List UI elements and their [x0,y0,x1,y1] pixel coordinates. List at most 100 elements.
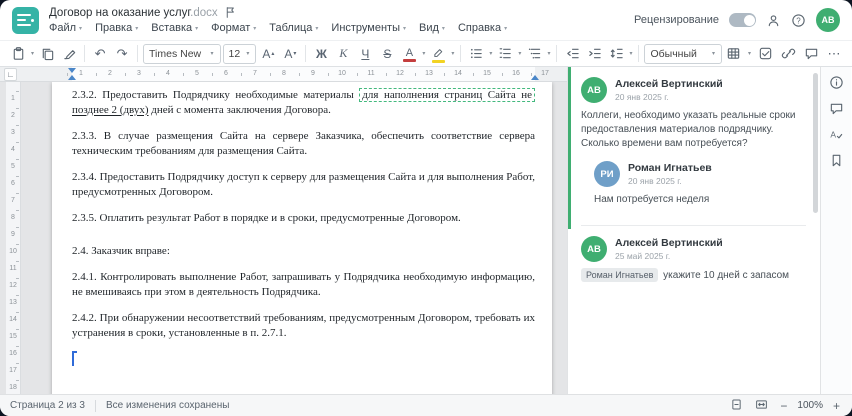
chevron-down-icon[interactable]: ▾ [489,50,492,57]
insert-link-button[interactable] [778,43,798,65]
bold-button[interactable]: Ж [311,43,331,65]
strikethrough-button[interactable]: S [377,43,397,65]
paragraph[interactable]: 2.3.4. Предоставить Подрядчику доступ к … [72,170,535,199]
document-column: ∟ 1 2 3 4 5 6 7 8 9 10 11 12 13 14 15 16 17 1 2 3 4 5 6 7 8 9 10 1… [0,67,567,394]
chevron-down-icon: ▾ [504,25,508,32]
redo-button[interactable]: ↷ [112,43,132,65]
more-button[interactable]: ⋯ [824,43,844,65]
info-icon[interactable] [829,75,844,90]
menu-item[interactable]: Вид ▾ [419,22,445,34]
paragraph[interactable]: 2.3.5. Оплатить результат Работ в порядк… [72,211,535,226]
chevron-down-icon: ▾ [441,25,445,32]
format-painter-button[interactable] [59,43,79,65]
copy-button[interactable] [37,43,57,65]
decrease-indent-button[interactable] [562,43,582,65]
increase-indent-button[interactable] [584,43,604,65]
comment-thread[interactable]: АВ Алексей Вертинский 20 янв 2025 г. Коллег… [581,75,806,223]
zoom-level[interactable]: 100% [797,400,823,411]
comment[interactable]: АВ Алексей Вертинский 25 май 2025 г. Роман … [581,236,806,283]
flag-icon[interactable] [224,6,237,19]
toolbar-divider [460,45,462,62]
review-toggle[interactable] [729,13,756,27]
help-icon[interactable]: ? [791,13,806,28]
chevron-down-icon[interactable]: ▾ [451,50,454,57]
document-title: Договор на оказание услуг.docx [49,6,218,19]
menu-item[interactable]: Формат ▾ [211,22,256,34]
chevron-down-icon[interactable]: ▾ [422,50,425,57]
ruler-number: 14 [9,316,17,323]
tab-stop-selector[interactable]: ∟ [4,68,17,81]
comment-reply[interactable]: РИ Роман Игнатьев 20 янв 2025 г. Нам потреб… [594,161,806,207]
chevron-down-icon[interactable]: ▾ [629,50,632,57]
user-avatar[interactable]: АВ [816,8,840,32]
chevron-down-icon[interactable]: ▾ [748,50,751,57]
highlight-color-button[interactable] [428,43,448,65]
ruler-vertical[interactable]: 1 2 3 4 5 6 7 8 9 10 11 12 13 14 15 16 17 18 [6,82,21,394]
comment-thread[interactable]: АВ Алексей Вертинский 25 май 2025 г. Роман … [581,225,806,299]
menu-item[interactable]: Справка ▾ [458,22,507,34]
comment[interactable]: АВ Алексей Вертинский 20 янв 2025 г. Коллег… [581,77,806,151]
numbered-list-button[interactable] [495,43,515,65]
decrease-font-button[interactable]: А ▾ [280,43,300,65]
undo-button[interactable]: ↶ [90,43,110,65]
bullet-list-button[interactable] [466,43,486,65]
ruler-number: 3 [11,129,15,136]
ruler-number: 2 [11,112,15,119]
first-line-indent-marker[interactable] [68,68,76,73]
chevron-down-icon[interactable]: ▾ [31,50,34,57]
font-color-button[interactable]: А [399,43,419,65]
insert-table-button[interactable] [724,43,744,65]
chevron-down-icon: ▾ [403,25,407,32]
ruler-horizontal[interactable]: ∟ 1 2 3 4 5 6 7 8 9 10 11 12 13 14 15 16 17 [0,67,567,82]
multilevel-list-button[interactable] [524,43,544,65]
comments-scrollbar[interactable] [813,73,818,213]
page-content: 2.3.2. Предоставить Подрядчику необходим… [72,88,535,366]
mention-chip[interactable]: Роман Игнатьев [581,268,659,282]
text-run: 2.3.3. В случае размещения Сайта на серв… [72,130,535,157]
paragraph-style-select[interactable]: Обычный ▾ [644,43,722,64]
right-indent-marker[interactable] [531,75,539,80]
underline-button[interactable]: Ч [355,43,375,65]
line-spacing-button[interactable] [606,43,626,65]
page-indicator[interactable]: Страница 2 из 3 [10,400,85,411]
menu-item[interactable]: Таблица ▾ [269,22,318,34]
menu-item[interactable]: Инструменты ▾ [331,22,406,34]
paragraph[interactable]: 2.4. Заказчик вправе: [72,244,535,259]
paragraph[interactable]: 2.4.2. При обнаружении несоответствий тр… [72,311,535,340]
paste-button[interactable] [8,43,28,65]
zoom-in-button[interactable]: + [831,399,842,413]
italic-button[interactable]: К [333,43,353,65]
font-size-select[interactable]: 12 ▾ [222,43,257,64]
document-canvas[interactable]: 1 2 3 4 5 6 7 8 9 10 11 12 13 14 15 16 17 18 2.3.2. Предо… [0,82,567,394]
menu-item[interactable]: Правка ▾ [95,22,138,34]
toolbar-divider [638,45,640,62]
ruler-number: 7 [11,197,15,204]
app-logo-icon[interactable] [12,6,39,34]
spellcheck-icon[interactable]: А [829,127,844,142]
check-box-button[interactable] [755,43,775,65]
paragraph[interactable]: 2.3.3. В случае размещения Сайта на серв… [72,129,535,158]
comments-panel: АВ Алексей Вертинский 20 янв 2025 г. Коллег… [567,67,820,394]
text-run: 2.4. Заказчик вправе: [72,244,170,257]
ruler-number: 15 [483,69,491,77]
comments-icon[interactable] [829,101,844,116]
left-indent-marker[interactable] [68,75,76,80]
paragraph[interactable]: 2.3.2. Предоставить Подрядчику необходим… [72,88,535,117]
chevron-down-icon[interactable]: ▾ [547,50,550,57]
bookmark-icon[interactable] [829,153,844,168]
zoom-out-button[interactable]: − [778,399,789,413]
add-comment-button[interactable] [801,43,821,65]
paragraph[interactable]: 2.4.1. Контролировать выполнение Работ, … [72,270,535,299]
chevron-down-icon[interactable]: ▾ [518,50,521,57]
fit-width-icon[interactable] [753,398,770,414]
font-name-select[interactable]: Times New ▾ [143,43,221,64]
collaboration-users-icon[interactable] [766,13,781,28]
comment-text: Нам потребуется неделя [594,194,710,205]
menu-item[interactable]: Вставка ▾ [151,22,198,34]
ruler-number: 2 [108,69,112,77]
fit-page-icon[interactable] [728,398,745,414]
menu-item[interactable]: Файл ▾ [49,22,82,34]
document-page[interactable]: 2.3.2. Предоставить Подрядчику необходим… [52,82,552,394]
comment-date: 20 янв 2025 г. [628,176,682,186]
increase-font-button[interactable]: А ▴ [258,43,278,65]
